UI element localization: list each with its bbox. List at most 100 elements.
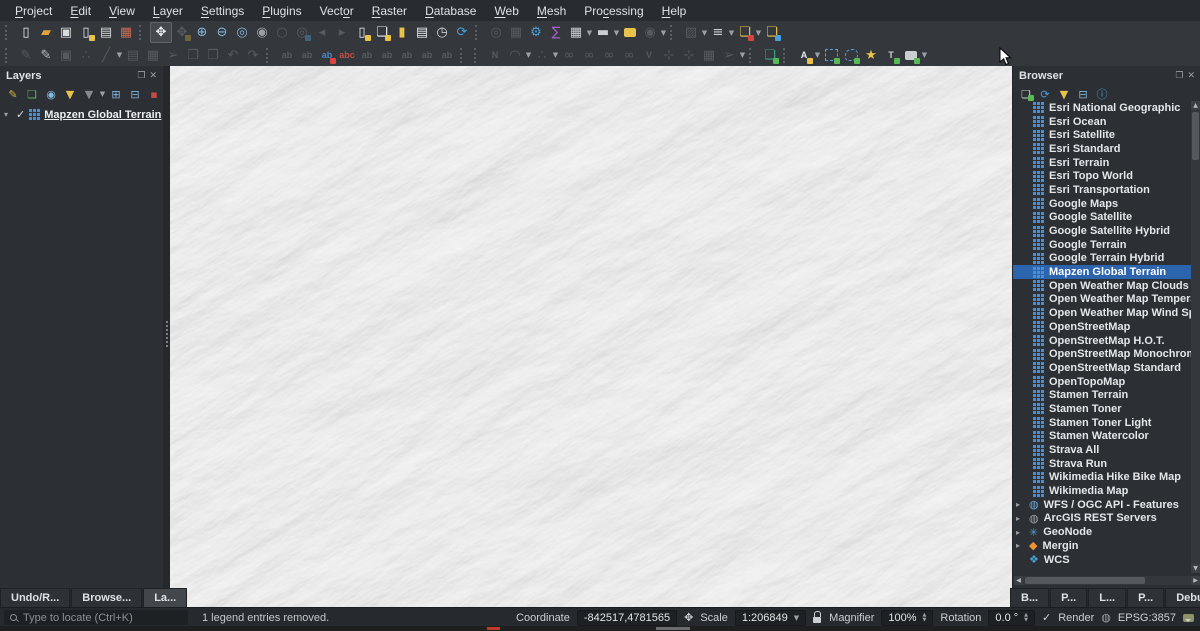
dock-tab[interactable]: B... xyxy=(1010,588,1049,607)
render-checkbox[interactable]: ✓ xyxy=(1042,611,1051,624)
select-by-polygon-icon[interactable] xyxy=(821,46,841,65)
manage-map-themes-icon[interactable]: ◉ xyxy=(42,86,60,102)
toolbar-handle[interactable] xyxy=(670,25,677,40)
zoom-to-native-resolution-icon[interactable]: ◉ xyxy=(252,23,272,42)
dropdown-arrow-icon[interactable]: ▼ xyxy=(814,51,821,59)
browser-item[interactable]: Stamen Terrain xyxy=(1013,388,1200,402)
expander-icon[interactable]: ▸ xyxy=(1016,514,1024,523)
toggle-extents-mouse-position-icon[interactable]: ✥ xyxy=(684,611,693,624)
new-print-layout-icon[interactable]: ▯ xyxy=(76,23,96,42)
dropdown-arrow-icon[interactable]: ▼ xyxy=(613,29,620,37)
collapse-all-icon[interactable]: ⊟ xyxy=(1074,86,1092,102)
layer-expander-icon[interactable]: ▾ xyxy=(4,110,12,119)
dropdown-arrow-icon[interactable]: ▼ xyxy=(701,29,708,37)
layer-diagram-icon[interactable]: abc xyxy=(337,46,357,65)
add-group-icon[interactable]: ❏ xyxy=(23,86,41,102)
dock-tab[interactable]: Browse... xyxy=(71,588,142,607)
menu-mesh[interactable]: Mesh xyxy=(528,2,575,20)
magnifier-spinbox[interactable]: 100% ▲▼ xyxy=(881,610,933,626)
spinner-arrows-icon[interactable]: ▲▼ xyxy=(1024,613,1028,623)
crs-globe-icon[interactable]: ◍ xyxy=(1101,611,1111,624)
browser-item[interactable]: Open Weather Map Wind Speed xyxy=(1013,306,1200,320)
open-project-icon[interactable]: ▰ xyxy=(36,23,56,42)
zoom-out-icon[interactable]: ⊖ xyxy=(212,23,232,42)
show-statistical-summary-icon[interactable]: ∑ xyxy=(546,23,566,42)
expander-icon[interactable]: ▸ xyxy=(1016,500,1024,509)
layer-visibility-checkbox[interactable]: ✓ xyxy=(16,108,25,121)
toolbar-handle[interactable] xyxy=(139,25,146,40)
toggle-editing-icon[interactable]: ✎ xyxy=(36,46,56,65)
style-manager-icon[interactable]: ▦ xyxy=(116,23,136,42)
expand-all-icon[interactable]: ⊞ xyxy=(107,86,125,102)
browser-item[interactable]: Open Weather Map Clouds xyxy=(1013,279,1200,293)
select-by-freehand-icon[interactable] xyxy=(841,46,861,65)
auto-labeling-icon[interactable]: A xyxy=(794,46,814,65)
favorites-icon[interactable]: ★ xyxy=(861,46,881,65)
browser-item[interactable]: Mapzen Global Terrain xyxy=(1013,265,1200,279)
dock-tab[interactable]: P... xyxy=(1127,588,1164,607)
browser-item[interactable]: Strava Run xyxy=(1013,457,1200,471)
dropdown-arrow-icon[interactable]: ▼ xyxy=(739,51,746,59)
dropdown-arrow-icon[interactable]: ▼ xyxy=(116,51,123,59)
annotations-toggle-icon[interactable]: ❏ xyxy=(735,23,755,42)
processing-toolbox-icon[interactable]: ⚙ xyxy=(526,23,546,42)
browser-item[interactable]: Strava All xyxy=(1013,443,1200,457)
crs-value[interactable]: EPSG:3857 xyxy=(1118,612,1176,624)
zoom-in-icon[interactable]: ⊕ xyxy=(192,23,212,42)
expander-icon[interactable]: ▸ xyxy=(1016,528,1024,537)
toolbar-handle[interactable] xyxy=(460,48,467,63)
toolbar-handle[interactable] xyxy=(266,48,273,63)
browser-item[interactable]: Stamen Toner Light xyxy=(1013,416,1200,430)
messages-icon[interactable] xyxy=(1183,614,1194,622)
remove-layer-icon[interactable]: ▪ xyxy=(145,86,163,102)
dropdown-arrow-icon[interactable]: ▼ xyxy=(552,51,559,59)
scroll-up-icon[interactable]: ▲ xyxy=(1191,101,1200,110)
browser-item[interactable]: OpenStreetMap Standard xyxy=(1013,361,1200,375)
layout-manager-icon[interactable]: ▤ xyxy=(96,23,116,42)
float-panel-icon[interactable]: ❐ xyxy=(135,71,147,81)
filter-legend-icon[interactable]: ▼ xyxy=(61,86,79,102)
lock-scale-icon[interactable] xyxy=(813,614,822,624)
toolbar-handle[interactable] xyxy=(749,48,756,63)
browser-item[interactable]: OpenTopoMap xyxy=(1013,375,1200,389)
temporal-controller-icon[interactable]: ◷ xyxy=(432,23,452,42)
dock-tab[interactable]: Debu... xyxy=(1165,588,1200,607)
browser-item[interactable]: Open Weather Map Temperature xyxy=(1013,293,1200,307)
browser-item[interactable]: OpenStreetMap Monochrome xyxy=(1013,347,1200,361)
filter-browser-icon[interactable]: ▼ xyxy=(1055,86,1073,102)
toolbar-handle[interactable] xyxy=(474,48,481,63)
menu-vector[interactable]: Vector xyxy=(311,2,363,20)
new-project-icon[interactable]: ▯ xyxy=(16,23,36,42)
locator-search-input[interactable]: Type to locate (Ctrl+K) xyxy=(4,610,188,625)
toolbar-handle[interactable] xyxy=(475,25,482,40)
dropdown-arrow-icon[interactable]: ▼ xyxy=(755,29,762,37)
dock-tab[interactable]: La... xyxy=(143,588,187,607)
browser-item[interactable]: OpenStreetMap xyxy=(1013,320,1200,334)
float-panel-icon[interactable]: ❐ xyxy=(1173,71,1185,81)
browser-item[interactable]: ❖WCS xyxy=(1013,553,1200,567)
dropdown-arrow-icon[interactable]: ▼ xyxy=(586,29,593,37)
menu-database[interactable]: Database xyxy=(416,2,485,20)
refresh-map-icon[interactable]: ⟳ xyxy=(452,23,472,42)
menu-edit[interactable]: Edit xyxy=(61,2,100,20)
browser-item[interactable]: Stamen Watercolor xyxy=(1013,430,1200,444)
map-tips-icon[interactable] xyxy=(620,23,640,42)
toolbar-handle[interactable] xyxy=(783,48,790,63)
browser-vertical-scrollbar[interactable]: ▲ ▼ xyxy=(1191,101,1200,573)
layer-labeling-icon[interactable]: ab xyxy=(317,46,337,65)
measure-icon[interactable]: ▬ xyxy=(593,23,613,42)
text-annotation-icon[interactable]: T xyxy=(881,46,901,65)
browser-item[interactable]: Esri Terrain xyxy=(1013,156,1200,170)
browser-item[interactable]: ▸✳GeoNode xyxy=(1013,525,1200,539)
open-attribute-table-icon[interactable]: ▦ xyxy=(566,23,586,42)
menu-help[interactable]: Help xyxy=(653,2,696,20)
browser-item[interactable]: Esri Satellite xyxy=(1013,128,1200,142)
menu-view[interactable]: View xyxy=(100,2,144,20)
browser-item[interactable]: ▸◍WFS / OGC API - Features xyxy=(1013,498,1200,512)
dropdown-arrow-icon[interactable]: ▼ xyxy=(921,51,928,59)
add-selected-layers-icon[interactable]: ❏ xyxy=(1017,86,1035,102)
pan-map-icon[interactable]: ✥ xyxy=(150,22,172,43)
layer-tree-item[interactable]: ▾ ✓ Mapzen Global Terrain xyxy=(0,104,163,123)
open-layer-styling-icon[interactable]: ✎ xyxy=(4,86,22,102)
scroll-left-icon[interactable]: ◀ xyxy=(1014,576,1023,585)
